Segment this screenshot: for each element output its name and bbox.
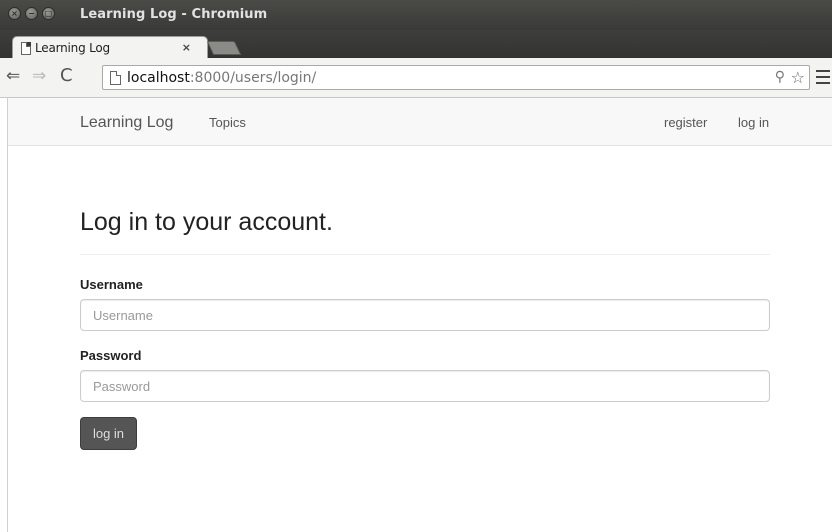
forward-arrow-icon[interactable]: ⇒ — [32, 68, 46, 85]
url-path: :8000/users/login/ — [189, 70, 317, 86]
browser-toolbar: ⇐ ⇒ C localhost:8000/users/login/ ⚲ ☆ — [0, 58, 832, 98]
back-arrow-icon[interactable]: ⇐ — [6, 68, 20, 85]
password-label: Password — [80, 348, 142, 363]
nav-register-link[interactable]: register — [664, 115, 707, 130]
tab-label: Learning Log — [35, 41, 110, 55]
page-icon — [110, 71, 121, 85]
url-text[interactable]: localhost:8000/users/login/ — [127, 70, 316, 86]
window-minimize-button[interactable]: − — [25, 7, 38, 20]
window-titlebar: × − □ Learning Log - Chromium — [0, 0, 832, 30]
menu-icon[interactable] — [816, 70, 830, 84]
username-label: Username — [80, 277, 143, 292]
window-close-button[interactable]: × — [8, 7, 21, 20]
window-left-edge — [0, 98, 8, 532]
url-host: localhost — [127, 70, 190, 86]
tab-close-icon[interactable]: × — [182, 41, 191, 54]
reload-icon[interactable]: C — [60, 67, 73, 85]
header-divider — [80, 254, 770, 255]
site-navbar: Learning Log Topics register log in — [8, 98, 832, 146]
brand-link[interactable]: Learning Log — [80, 114, 173, 132]
nav-topics-link[interactable]: Topics — [209, 115, 246, 130]
address-bar[interactable]: localhost:8000/users/login/ ⚲ ☆ — [102, 65, 810, 90]
bookmark-star-icon[interactable]: ☆ — [791, 68, 805, 87]
tab-learning-log[interactable]: Learning Log × — [12, 36, 208, 59]
window-controls: × − □ — [8, 7, 55, 20]
window-title: Learning Log - Chromium — [80, 7, 268, 22]
page-title: Log in to your account. — [80, 208, 333, 236]
tab-strip: Learning Log × — [0, 30, 832, 59]
username-field[interactable] — [80, 299, 770, 331]
new-tab-button[interactable] — [206, 41, 242, 55]
page-icon — [21, 41, 31, 55]
password-field[interactable] — [80, 370, 770, 402]
key-icon[interactable]: ⚲ — [775, 69, 785, 85]
login-submit-button[interactable]: log in — [80, 417, 137, 450]
window-maximize-button[interactable]: □ — [42, 7, 55, 20]
nav-login-link[interactable]: log in — [738, 115, 769, 130]
